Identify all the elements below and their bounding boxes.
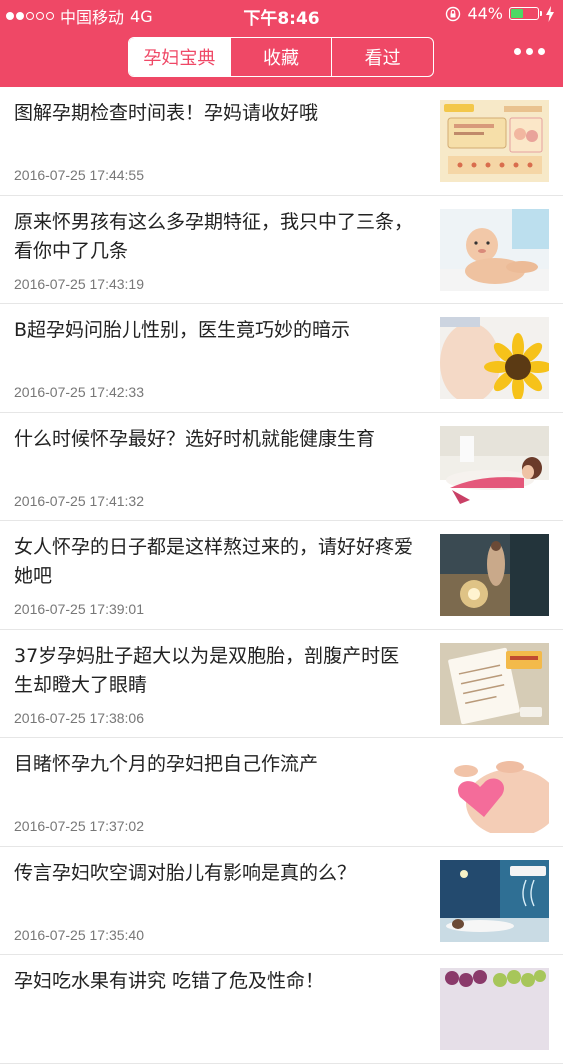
article-timestamp: 2016-07-25 17:38:06 bbox=[14, 709, 144, 726]
article-item[interactable]: 什么时候怀孕最好？选好时机就能健康生育 2016-07-25 17:41:32 bbox=[0, 413, 563, 521]
more-dot-icon bbox=[526, 48, 533, 55]
battery-icon bbox=[509, 7, 542, 20]
article-timestamp: 2016-07-25 17:44:55 bbox=[14, 167, 144, 183]
battery-percent: 44% bbox=[467, 4, 503, 23]
baby-photo-image bbox=[440, 208, 549, 291]
checkup-chart-image bbox=[440, 100, 549, 182]
article-item[interactable]: 图解孕期检查时间表！孕妈请收好哦 2016-07-25 17:44:55 bbox=[0, 87, 563, 196]
article-item[interactable]: B超孕妈问胎儿性别，医生竟巧妙的暗示 2016-07-25 17:42:33 bbox=[0, 304, 563, 413]
segmented-control: 孕妇宝典 收藏 看过 bbox=[128, 37, 434, 77]
article-item[interactable]: 37岁孕妈肚子超大以为是双胞胎，剖腹产时医生却瞪大了眼睛 2016-07-25 … bbox=[0, 630, 563, 738]
article-title: 目睹怀孕九个月的孕妇把自己作流产 bbox=[14, 753, 319, 775]
article-thumbnail bbox=[440, 859, 549, 942]
resting-woman-image bbox=[440, 425, 549, 508]
article-item[interactable]: 原来怀男孩有这么多孕期特征，我只中了三条，看你中了几条 2016-07-25 1… bbox=[0, 196, 563, 304]
article-thumbnail bbox=[440, 534, 549, 616]
heart-belly-image bbox=[440, 751, 549, 833]
more-dot-icon bbox=[538, 48, 545, 55]
air-conditioner-room-image bbox=[440, 859, 549, 942]
article-timestamp: 2016-07-25 17:35:40 bbox=[14, 926, 144, 943]
more-menu-button[interactable] bbox=[514, 48, 545, 55]
article-timestamp: 2016-07-25 17:43:19 bbox=[14, 275, 144, 292]
article-timestamp: 2016-07-25 17:37:02 bbox=[14, 818, 144, 834]
article-title: 传言孕妇吹空调对胎儿有影响是真的么？ bbox=[14, 861, 357, 884]
article-list: 图解孕期检查时间表！孕妈请收好哦 2016-07-25 17:44:55 原来怀… bbox=[0, 87, 563, 1064]
fruit-image bbox=[440, 968, 549, 1050]
article-timestamp: 2016-07-25 17:39:01 bbox=[14, 601, 144, 617]
article-thumbnail bbox=[440, 425, 549, 508]
article-thumbnail bbox=[440, 751, 549, 833]
article-title: 女人怀孕的日子都是这样熬过来的，请好好疼爱她吧 bbox=[14, 536, 414, 587]
night-window-image bbox=[440, 534, 549, 616]
article-timestamp: 2016-07-25 17:41:32 bbox=[14, 492, 144, 509]
status-bar: 中国移动 4G 下午8:46 44% bbox=[0, 0, 563, 29]
sunflower-belly-image bbox=[440, 317, 549, 399]
more-dot-icon bbox=[514, 48, 521, 55]
article-title: 37岁孕妈肚子超大以为是双胞胎，剖腹产时医生却瞪大了眼睛 bbox=[14, 644, 400, 696]
article-item[interactable]: 目睹怀孕九个月的孕妇把自己作流产 2016-07-25 17:37:02 bbox=[0, 738, 563, 847]
article-title: 孕妇吃水果有讲究 吃错了危及性命！ bbox=[14, 970, 325, 992]
article-thumbnail bbox=[440, 317, 549, 399]
article-thumbnail bbox=[440, 208, 549, 291]
tab-pregnancy-guide[interactable]: 孕妇宝典 bbox=[129, 38, 230, 76]
article-thumbnail bbox=[440, 642, 549, 725]
article-title: 什么时候怀孕最好？选好时机就能健康生育 bbox=[14, 427, 376, 450]
app-header: 中国移动 4G 下午8:46 44% 孕妇宝典 收藏 看过 bbox=[0, 0, 563, 87]
article-item[interactable]: 孕妇吃水果有讲究 吃错了危及性命！ bbox=[0, 955, 563, 1064]
tab-favorites[interactable]: 收藏 bbox=[229, 38, 332, 76]
charging-bolt-icon bbox=[546, 5, 554, 22]
article-title: 图解孕期检查时间表！孕妈请收好哦 bbox=[14, 102, 319, 124]
article-title: B超孕妈问胎儿性别，医生竟巧妙的暗示 bbox=[14, 319, 351, 341]
article-item[interactable]: 传言孕妇吹空调对胎儿有影响是真的么？ 2016-07-25 17:35:40 bbox=[0, 847, 563, 955]
article-timestamp: 2016-07-25 17:42:33 bbox=[14, 384, 144, 400]
article-item[interactable]: 女人怀孕的日子都是这样熬过来的，请好好疼爱她吧 2016-07-25 17:39… bbox=[0, 521, 563, 630]
article-thumbnail bbox=[440, 968, 549, 1050]
article-thumbnail bbox=[440, 100, 549, 182]
orientation-lock-icon bbox=[446, 6, 461, 21]
tab-viewed[interactable]: 看过 bbox=[331, 38, 433, 76]
article-title: 原来怀男孩有这么多孕期特征，我只中了三条，看你中了几条 bbox=[14, 210, 414, 262]
cartoon-document-image bbox=[440, 642, 549, 725]
